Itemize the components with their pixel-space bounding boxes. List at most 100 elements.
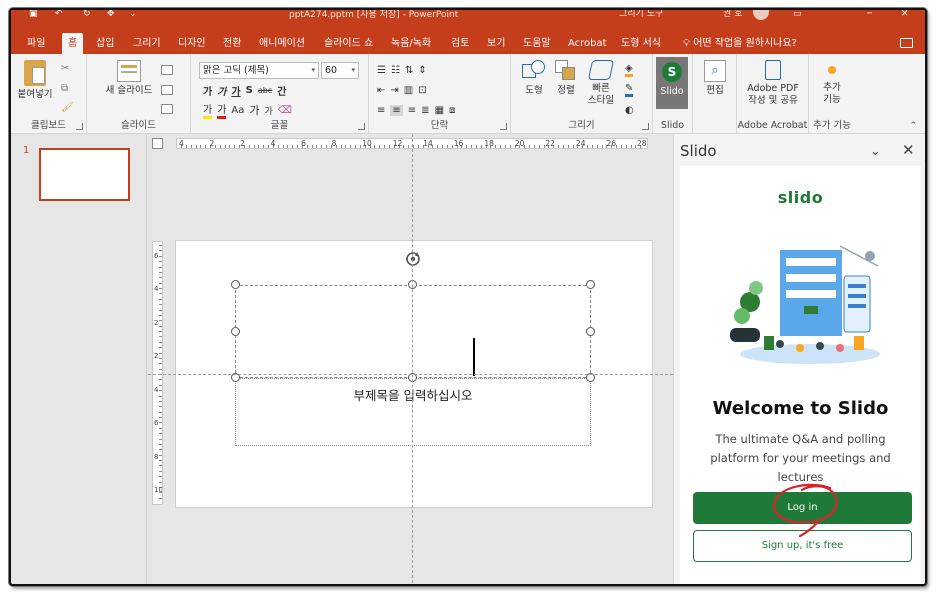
columns-icon[interactable]: ▥ xyxy=(404,85,413,96)
shape-fill-button[interactable]: ◈ xyxy=(625,62,633,78)
shape-effects-button[interactable]: ◐ xyxy=(625,102,634,118)
font-name-select[interactable]: 맑은 고딕 (제목) ▾ xyxy=(199,62,319,79)
user-name[interactable]: 권 호 xyxy=(723,10,742,20)
shadow-button[interactable]: S xyxy=(246,85,253,96)
align-left-icon[interactable]: ≡ xyxy=(377,105,385,116)
copy-button[interactable]: ⧉ xyxy=(61,80,68,96)
tab-home[interactable]: 홈 xyxy=(62,33,84,54)
ruler-tick xyxy=(200,145,202,148)
slido-ribbon-button[interactable]: S Slido xyxy=(656,57,688,109)
format-painter-button[interactable]: 🖌︎ xyxy=(61,99,74,115)
tab-selector-icon[interactable] xyxy=(152,138,163,149)
touch-mode-icon[interactable]: ✥ xyxy=(107,10,115,20)
quick-styles-button[interactable]: 빠른 스타일 xyxy=(583,60,619,107)
increase-indent-icon[interactable]: ⇥ xyxy=(390,85,398,96)
align-right-icon[interactable]: ≡ xyxy=(408,105,416,116)
smartart-icon[interactable]: ⧈ xyxy=(449,105,455,116)
ruler-number: 2 xyxy=(154,318,159,327)
minimize-icon[interactable]: ─ xyxy=(867,10,872,20)
justify-icon[interactable]: ≣ xyxy=(421,105,429,116)
char-spacing-button[interactable]: 간 xyxy=(277,83,286,98)
save-icon[interactable]: ▣ xyxy=(29,10,38,20)
underline-button[interactable]: 가 xyxy=(231,83,240,98)
font-name-value: 맑은 고딕 (제목) xyxy=(203,65,269,76)
subtitle-placeholder[interactable]: 부제목을 입력하십시오 xyxy=(235,378,591,446)
collapse-ribbon-icon[interactable]: ⌃ xyxy=(909,121,917,131)
section-button[interactable] xyxy=(161,101,173,117)
text-direction-icon[interactable]: ⇕ xyxy=(418,65,426,76)
ruler-tick xyxy=(311,145,313,148)
cut-button[interactable]: ✂︎ xyxy=(61,60,69,76)
adobe-label-1: Adobe PDF xyxy=(747,83,799,94)
pane-close-icon[interactable]: ✕ xyxy=(902,141,915,159)
line-spacing-icon[interactable]: ⇅ xyxy=(405,65,413,76)
undo-icon[interactable]: ↶ xyxy=(55,10,63,20)
align-center-icon[interactable]: ≡ xyxy=(390,104,403,116)
ruler-tick xyxy=(340,145,342,148)
strikethrough-button[interactable]: abc xyxy=(258,86,272,95)
distributed-icon[interactable]: ▦ xyxy=(435,105,444,116)
ruler-tick xyxy=(258,145,260,148)
ribbon-display-icon[interactable]: ▭ xyxy=(793,10,802,20)
pane-options-chevron-icon[interactable]: ⌄ xyxy=(870,144,881,159)
rotate-handle-icon[interactable] xyxy=(404,249,422,267)
shapes-button[interactable]: 도형 xyxy=(517,60,551,97)
italic-button[interactable]: 가 xyxy=(217,83,226,98)
slide-thumbnail[interactable] xyxy=(39,148,130,201)
tab-help[interactable]: 도움말 xyxy=(523,33,551,54)
drawing-launcher-icon[interactable] xyxy=(642,123,649,130)
tab-design[interactable]: 디자인 xyxy=(178,33,206,54)
decrease-indent-icon[interactable]: ⇤ xyxy=(377,85,385,96)
close-window-icon[interactable]: ✕ xyxy=(901,10,909,20)
addins-icon xyxy=(828,66,836,74)
shrink-font-button[interactable]: 가 xyxy=(265,104,273,117)
tab-acrobat[interactable]: Acrobat xyxy=(568,33,607,54)
create-pdf-button[interactable]: Adobe PDF 작성 및 공유 xyxy=(739,60,807,107)
tab-file[interactable]: 파일 xyxy=(27,33,45,54)
grow-font-button[interactable]: 가 xyxy=(249,102,259,118)
clear-format-icon[interactable]: ⌫ xyxy=(278,105,292,116)
login-button[interactable]: Log in xyxy=(693,492,912,524)
change-case-button[interactable]: Aa xyxy=(231,105,244,116)
reset-button[interactable] xyxy=(161,82,173,98)
ruler-tick xyxy=(159,460,162,461)
ruler-tick xyxy=(159,449,162,451)
title-placeholder[interactable] xyxy=(235,285,591,378)
new-slide-button[interactable]: 새 슬라이드 xyxy=(101,60,157,97)
signup-button[interactable]: Sign up, it's free xyxy=(693,530,912,562)
tab-recording[interactable]: 녹음/녹화 xyxy=(391,33,431,54)
tab-review[interactable]: 검토 xyxy=(451,33,469,54)
ruler-number: 14 xyxy=(423,139,433,148)
bold-button[interactable]: 가 xyxy=(203,83,212,98)
align-text-icon[interactable]: ⊡ xyxy=(418,85,426,96)
paste-button[interactable]: 붙여넣기 xyxy=(17,60,53,101)
tab-insert[interactable]: 삽입 xyxy=(96,33,114,54)
font-launcher-icon[interactable] xyxy=(358,123,365,130)
tell-me-search[interactable]: 💡︎ 어떤 작업을 원하시나요? xyxy=(683,33,797,54)
numbering-icon[interactable]: ☷ xyxy=(391,65,400,76)
resize-handle-top-right[interactable] xyxy=(586,280,595,289)
tab-shape-format[interactable]: 도형 서식 xyxy=(621,33,661,54)
font-size-select[interactable]: 60 ▾ xyxy=(321,62,359,79)
addins-button[interactable]: 추가 기능 xyxy=(813,60,851,106)
layout-button[interactable] xyxy=(161,62,173,78)
tab-animations[interactable]: 애니메이션 xyxy=(259,33,305,54)
shape-outline-button[interactable]: ✎ xyxy=(625,82,634,98)
bullets-icon[interactable]: ☰ xyxy=(377,65,386,76)
arrange-button[interactable]: 정렬 xyxy=(549,60,583,97)
redo-icon[interactable]: ↻ xyxy=(83,10,91,20)
resize-handle-left[interactable] xyxy=(231,327,240,336)
avatar[interactable] xyxy=(753,10,769,20)
resize-handle-right[interactable] xyxy=(586,327,595,336)
clipboard-launcher-icon[interactable] xyxy=(76,123,83,130)
comments-icon[interactable] xyxy=(900,38,913,48)
tab-transitions[interactable]: 전환 xyxy=(223,33,241,54)
tab-view[interactable]: 보기 xyxy=(487,33,505,54)
tab-draw[interactable]: 그리기 xyxy=(133,33,161,54)
tab-slideshow[interactable]: 슬라이드 쇼 xyxy=(324,33,373,54)
vertical-ruler[interactable]: 6 4 2 2 4 6 8 10 xyxy=(152,241,163,505)
editing-button[interactable]: ⌕ 편집 xyxy=(699,60,731,97)
paragraph-launcher-icon[interactable] xyxy=(500,123,507,130)
customize-quick-access-icon[interactable]: ⌄ xyxy=(129,10,137,20)
resize-handle-top-left[interactable] xyxy=(231,280,240,289)
